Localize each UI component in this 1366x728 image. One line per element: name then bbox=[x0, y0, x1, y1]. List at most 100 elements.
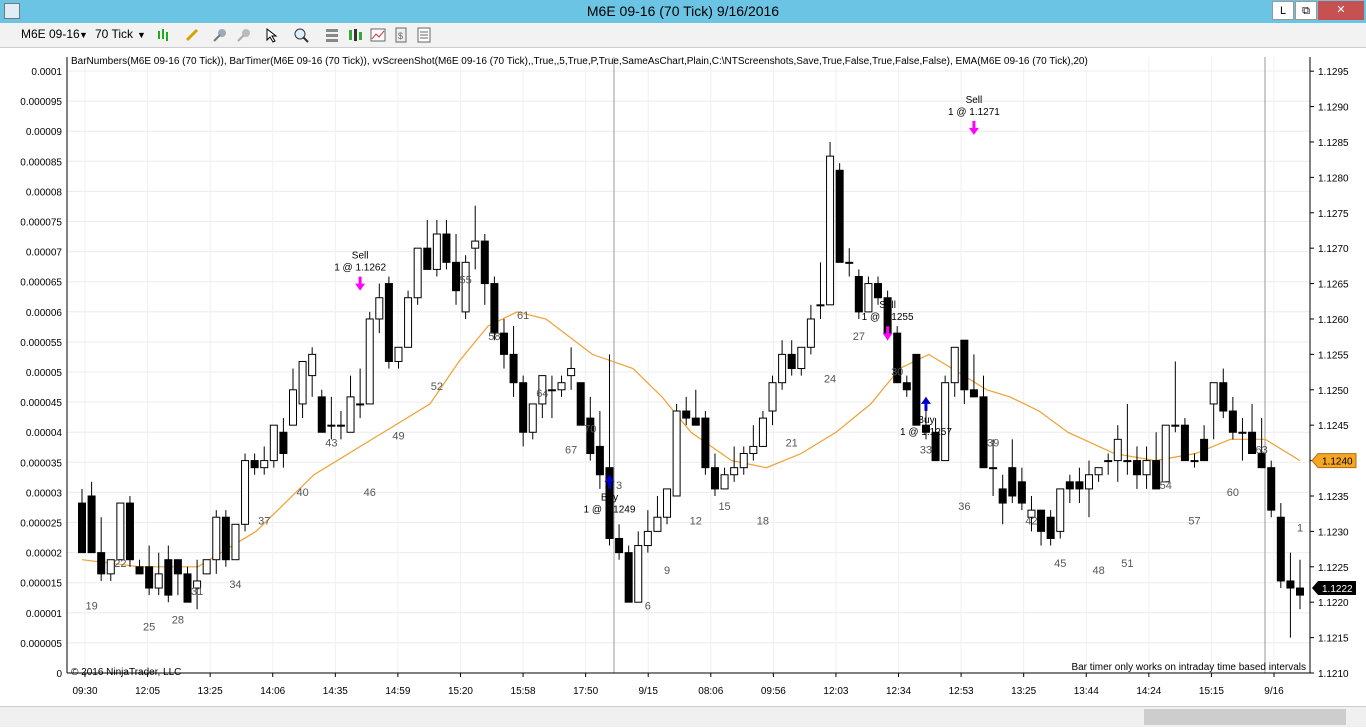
candlestick bbox=[212, 510, 221, 574]
candlestick bbox=[327, 396, 336, 440]
candle-body bbox=[787, 353, 796, 370]
candle-body bbox=[1286, 580, 1295, 589]
chart-list-icon[interactable] bbox=[416, 27, 432, 43]
bar-number-label: 67 bbox=[565, 445, 577, 457]
pin-icon[interactable] bbox=[212, 27, 228, 43]
left-axis-tick-label: 0.00004 bbox=[26, 428, 63, 439]
x-axis-tick-label: 08:06 bbox=[698, 686, 723, 697]
candlestick bbox=[1075, 467, 1084, 504]
pencil-icon[interactable] bbox=[184, 27, 200, 43]
candlestick bbox=[394, 346, 403, 369]
candlestick bbox=[250, 453, 259, 475]
candle-body bbox=[1046, 516, 1055, 539]
bar-number-label: 58 bbox=[488, 331, 500, 343]
candle-body bbox=[663, 488, 672, 518]
candle-body bbox=[1008, 467, 1017, 497]
bar-number-label: 43 bbox=[325, 437, 337, 449]
candlestick bbox=[1037, 509, 1046, 546]
interval-dropdown-icon[interactable]: ▼ bbox=[137, 30, 146, 40]
x-axis-tick-label: 13:44 bbox=[1074, 686, 1099, 697]
interval-selector[interactable]: 70 Tick bbox=[95, 27, 133, 41]
candlestick bbox=[298, 360, 307, 419]
candle-body bbox=[1104, 460, 1113, 463]
candle-body bbox=[1075, 481, 1084, 490]
candle-body bbox=[1296, 587, 1304, 596]
candle-body bbox=[739, 453, 748, 469]
toolbar: M6E 09-16 ▼ 70 Tick ▼ $ bbox=[0, 23, 1366, 48]
candlestick bbox=[567, 347, 576, 390]
last-price-tag-label: 1.1222 bbox=[1322, 584, 1353, 595]
candle-body bbox=[471, 240, 480, 249]
x-axis-tick-label: 15:15 bbox=[1199, 686, 1224, 697]
instrument-selector[interactable]: M6E 09-16 bbox=[21, 27, 80, 41]
x-axis-tick-label: 15:20 bbox=[448, 686, 473, 697]
restore-button[interactable]: ⧉ bbox=[1295, 1, 1317, 20]
help-button[interactable]: L bbox=[1272, 1, 1294, 20]
x-axis-tick-label: 14:35 bbox=[323, 686, 348, 697]
right-axis-tick-label: 1.1230 bbox=[1318, 527, 1349, 538]
candle-body bbox=[1017, 481, 1026, 504]
candle-body bbox=[327, 424, 336, 427]
instrument-dropdown-icon[interactable]: ▼ bbox=[79, 30, 88, 40]
candlestick bbox=[1123, 403, 1132, 475]
candle-body bbox=[624, 552, 633, 603]
left-axis-tick-label: 0.00007 bbox=[26, 248, 63, 259]
candle-body bbox=[826, 155, 835, 306]
horizontal-scrollbar[interactable] bbox=[0, 706, 1366, 727]
candlestick bbox=[797, 346, 806, 376]
candlestick bbox=[365, 311, 374, 405]
buy-marker[interactable]: Buy1 @ 1.1249 bbox=[584, 474, 636, 516]
candlestick bbox=[97, 517, 106, 581]
strategies-icon[interactable] bbox=[347, 27, 363, 43]
x-axis-tick-label: 12:03 bbox=[823, 686, 848, 697]
candle-body bbox=[480, 240, 489, 285]
bar-number-label: 36 bbox=[958, 501, 970, 513]
x-axis-tick-label: 09:56 bbox=[761, 686, 786, 697]
scrollbar-thumb[interactable] bbox=[1144, 709, 1346, 725]
price-chart[interactable]: 1922252831343740434649525558616467703691… bbox=[0, 47, 1366, 706]
data-box-icon[interactable]: $ bbox=[393, 27, 409, 43]
candlestick bbox=[605, 354, 614, 546]
bar-type-icon[interactable] bbox=[156, 27, 172, 43]
indicators-icon[interactable] bbox=[370, 27, 386, 43]
candle-body bbox=[969, 389, 978, 398]
candlestick bbox=[1276, 503, 1285, 589]
zoom-icon[interactable] bbox=[293, 27, 309, 43]
chart-grid bbox=[67, 57, 1310, 674]
candle-body bbox=[806, 318, 815, 348]
candle-body bbox=[816, 304, 825, 307]
candle-body bbox=[1123, 460, 1132, 463]
x-axis-tick-label: 17:50 bbox=[573, 686, 598, 697]
candlestick bbox=[653, 495, 662, 532]
cursor-icon[interactable] bbox=[264, 27, 280, 43]
bar-number-label: 34 bbox=[229, 579, 241, 591]
bar-number-label: 31 bbox=[191, 586, 203, 598]
close-button[interactable]: ✕ bbox=[1318, 1, 1364, 20]
bar-number-label: 3 bbox=[616, 480, 622, 492]
bar-number-label: 15 bbox=[718, 501, 730, 513]
candlestick bbox=[221, 510, 230, 567]
candle-body bbox=[423, 247, 432, 270]
properties-icon[interactable] bbox=[324, 27, 340, 43]
candle-body bbox=[768, 382, 777, 412]
candle-body bbox=[576, 382, 585, 426]
candle-body bbox=[154, 573, 163, 589]
candle-body bbox=[212, 516, 221, 561]
candlestick bbox=[183, 566, 192, 603]
bar-number-label: 22 bbox=[114, 558, 126, 570]
candle-body bbox=[135, 566, 144, 575]
candlestick bbox=[231, 523, 240, 561]
candlestick bbox=[375, 283, 384, 334]
left-axis-tick-label: 0.00006 bbox=[26, 308, 63, 319]
sell-marker[interactable]: Sell1 @ 1.1262 bbox=[334, 251, 386, 291]
candlestick bbox=[557, 375, 566, 397]
unpin-icon[interactable] bbox=[236, 27, 252, 43]
candlestick bbox=[1296, 559, 1304, 610]
bar-number-label: 21 bbox=[786, 437, 798, 449]
candlestick bbox=[1017, 467, 1026, 511]
left-axis-tick-label: 0.00003 bbox=[26, 488, 63, 499]
candle-body bbox=[78, 502, 86, 554]
right-axis-tick-label: 1.1235 bbox=[1318, 492, 1349, 503]
candle-body bbox=[1190, 460, 1199, 463]
candlestick bbox=[624, 545, 633, 603]
